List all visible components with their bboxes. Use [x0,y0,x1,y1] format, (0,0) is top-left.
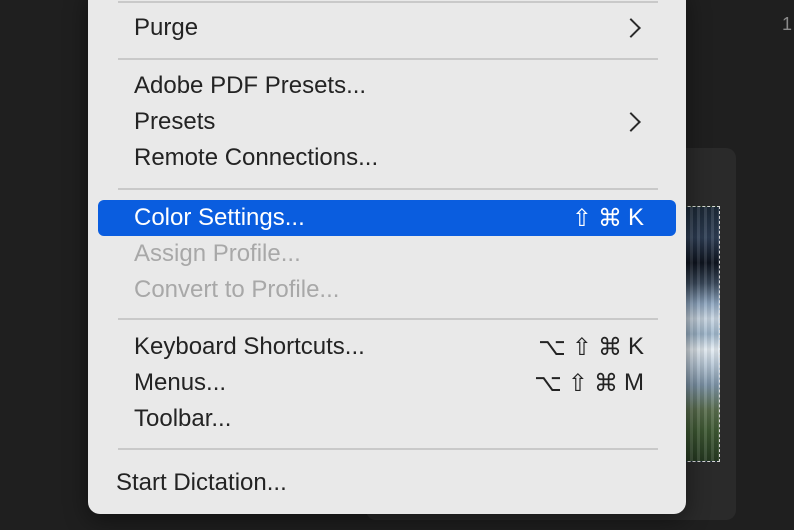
option-key-icon: ⌥ [538,333,566,361]
menu-item-color-settings[interactable]: Color Settings... ⇧ ⌘ K [98,200,676,236]
shift-key-icon: ⇧ [567,369,588,397]
menu-separator [118,318,658,320]
shift-key-icon: ⇧ [571,204,592,232]
menu-item-menus[interactable]: Menus... ⌥ ⇧ ⌘ M [98,365,676,401]
menu-item-purge[interactable]: Purge [98,10,676,46]
menu-separator [118,188,658,190]
menu-item-label: Assign Profile... [134,240,301,267]
shortcut-letter: M [624,369,644,396]
menu-item-label: Toolbar... [134,405,232,432]
keyboard-shortcut: ⌥ ⇧ ⌘ M [534,369,644,398]
submenu-chevron-icon [621,112,641,132]
menu-item-presets[interactable]: Presets [98,104,676,140]
menu-item-start-dictation[interactable]: Start Dictation... [98,465,676,501]
menu-item-label: Remote Connections... [134,144,379,171]
menu-separator [118,58,658,60]
menu-item-label: Adobe PDF Presets... [134,72,367,99]
menu-item-label: Keyboard Shortcuts... [134,333,365,360]
keyboard-shortcut: ⌥ ⇧ ⌘ K [538,333,644,362]
menu-item-label: Color Settings... [134,204,305,231]
submenu-chevron-icon [621,18,641,38]
menu-item-convert-to-profile: Convert to Profile... [98,272,676,308]
menu-item-remote-connections[interactable]: Remote Connections... [98,140,676,176]
menu-separator [118,1,658,3]
menu-item-label: Presets [134,108,216,135]
menu-item-label: Start Dictation... [116,469,287,496]
shortcut-letter: K [627,204,644,231]
menu-item-label: Convert to Profile... [134,276,340,303]
option-key-icon: ⌥ [534,369,562,397]
shortcut-letter: K [627,333,644,360]
background-corner-text: 1 [782,14,793,34]
command-key-icon: ⌘ [597,333,622,361]
menu-item-assign-profile: Assign Profile... [98,236,676,272]
menu-item-keyboard-shortcuts[interactable]: Keyboard Shortcuts... ⌥ ⇧ ⌘ K [98,329,676,365]
menu-item-label: Menus... [134,369,227,396]
menu-item-label: Purge [134,14,199,41]
menu-item-toolbar[interactable]: Toolbar... [98,401,676,437]
menu-item-adobe-pdf-presets[interactable]: Adobe PDF Presets... [98,68,676,104]
edit-menu-dropdown: Purge Adobe PDF Presets... Presets Remot… [88,0,686,514]
command-key-icon: ⌘ [594,369,618,397]
command-key-icon: ⌘ [597,204,622,232]
menu-separator [118,448,658,450]
keyboard-shortcut: ⇧ ⌘ K [572,204,644,233]
shift-key-icon: ⇧ [571,333,592,361]
